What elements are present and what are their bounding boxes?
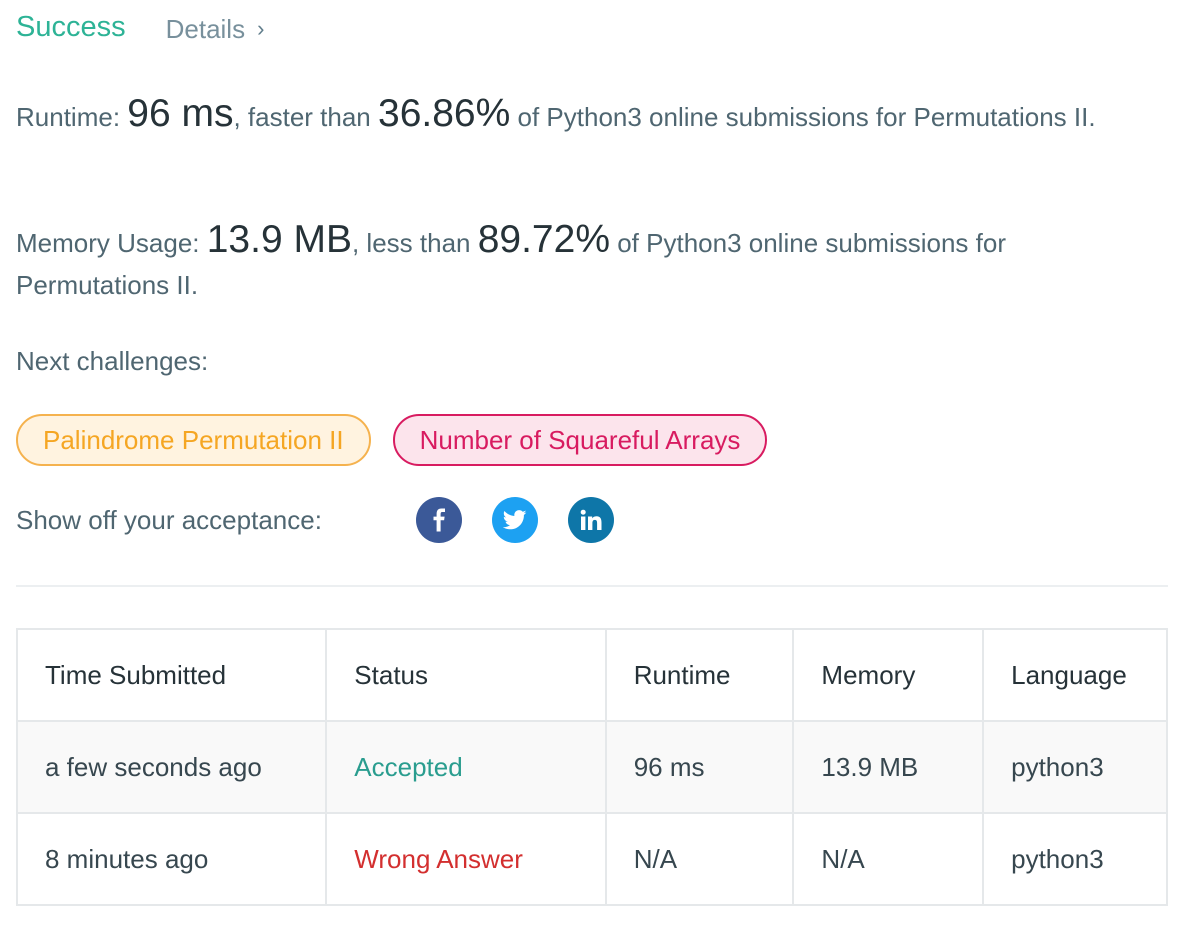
header-runtime: Runtime: [604, 628, 795, 722]
memory-value: 13.9 MB: [206, 218, 352, 261]
runtime-summary: Runtime: 96 ms, faster than 36.86% of Py…: [16, 93, 1096, 138]
linkedin-icon: [580, 509, 602, 530]
facebook-icon: [433, 508, 445, 532]
runtime-mid: , faster than: [233, 102, 378, 132]
memory-percent: 89.72%: [477, 218, 610, 261]
linkedin-share-button[interactable]: [568, 497, 614, 543]
submissions-table: Time Submitted Status Runtime Memory Lan…: [15, 628, 1168, 906]
header-time-submitted: Time Submitted: [15, 628, 328, 722]
memory-summary: Memory Usage: 13.9 MB, less than 89.72% …: [16, 219, 1136, 306]
runtime-tail: of Python3 online submissions for Permut…: [510, 102, 1096, 132]
share-row: Show off your acceptance:: [16, 496, 644, 544]
table-row: a few seconds ago Accepted 96 ms 13.9 MB…: [15, 720, 1168, 814]
status-title: Success: [16, 11, 126, 43]
runtime-value: 96 ms: [127, 92, 234, 135]
challenge-palindrome-permutation-ii[interactable]: Palindrome Permutation II: [16, 414, 371, 466]
chevron-right-icon: ›: [257, 16, 265, 41]
facebook-share-button[interactable]: [416, 497, 462, 543]
header-memory: Memory: [792, 628, 985, 722]
table-header-row: Time Submitted Status Runtime Memory Lan…: [15, 628, 1168, 722]
details-label: Details: [165, 13, 246, 44]
challenge-number-of-squareful-arrays[interactable]: Number of Squareful Arrays: [392, 414, 768, 466]
next-challenges-label: Next challenges:: [16, 346, 209, 376]
cell-status: Accepted: [325, 720, 607, 814]
table-row: 8 minutes ago Wrong Answer N/A N/A pytho…: [15, 812, 1168, 906]
memory-mid: , less than: [351, 228, 478, 258]
cell-runtime: 96 ms: [604, 720, 795, 814]
memory-label: Memory Usage:: [16, 228, 207, 258]
details-link[interactable]: Details ›: [166, 14, 265, 45]
cell-time: a few seconds ago: [15, 720, 328, 814]
header-status: Status: [325, 628, 607, 722]
runtime-label: Runtime:: [16, 102, 128, 132]
cell-time: 8 minutes ago: [15, 812, 328, 906]
status-link-wrong-answer[interactable]: Wrong Answer: [354, 844, 523, 874]
next-challenges: Palindrome Permutation II Number of Squa…: [16, 414, 789, 466]
cell-status: Wrong Answer: [325, 812, 607, 906]
submission-result: Success Details › Runtime: 96 ms, faster…: [15, 0, 1168, 906]
cell-runtime: N/A: [604, 812, 795, 906]
section-divider: [16, 585, 1168, 587]
result-header: Success Details ›: [16, 0, 1168, 58]
cell-memory: 13.9 MB: [792, 720, 985, 814]
cell-language: python3: [982, 720, 1168, 814]
status-link-accepted[interactable]: Accepted: [354, 752, 462, 782]
cell-language: python3: [982, 812, 1168, 906]
twitter-share-button[interactable]: [492, 497, 538, 543]
share-label: Show off your acceptance:: [16, 504, 322, 535]
header-language: Language: [982, 628, 1168, 722]
twitter-icon: [503, 510, 527, 530]
cell-memory: N/A: [792, 812, 985, 906]
runtime-percent: 36.86%: [378, 92, 511, 135]
